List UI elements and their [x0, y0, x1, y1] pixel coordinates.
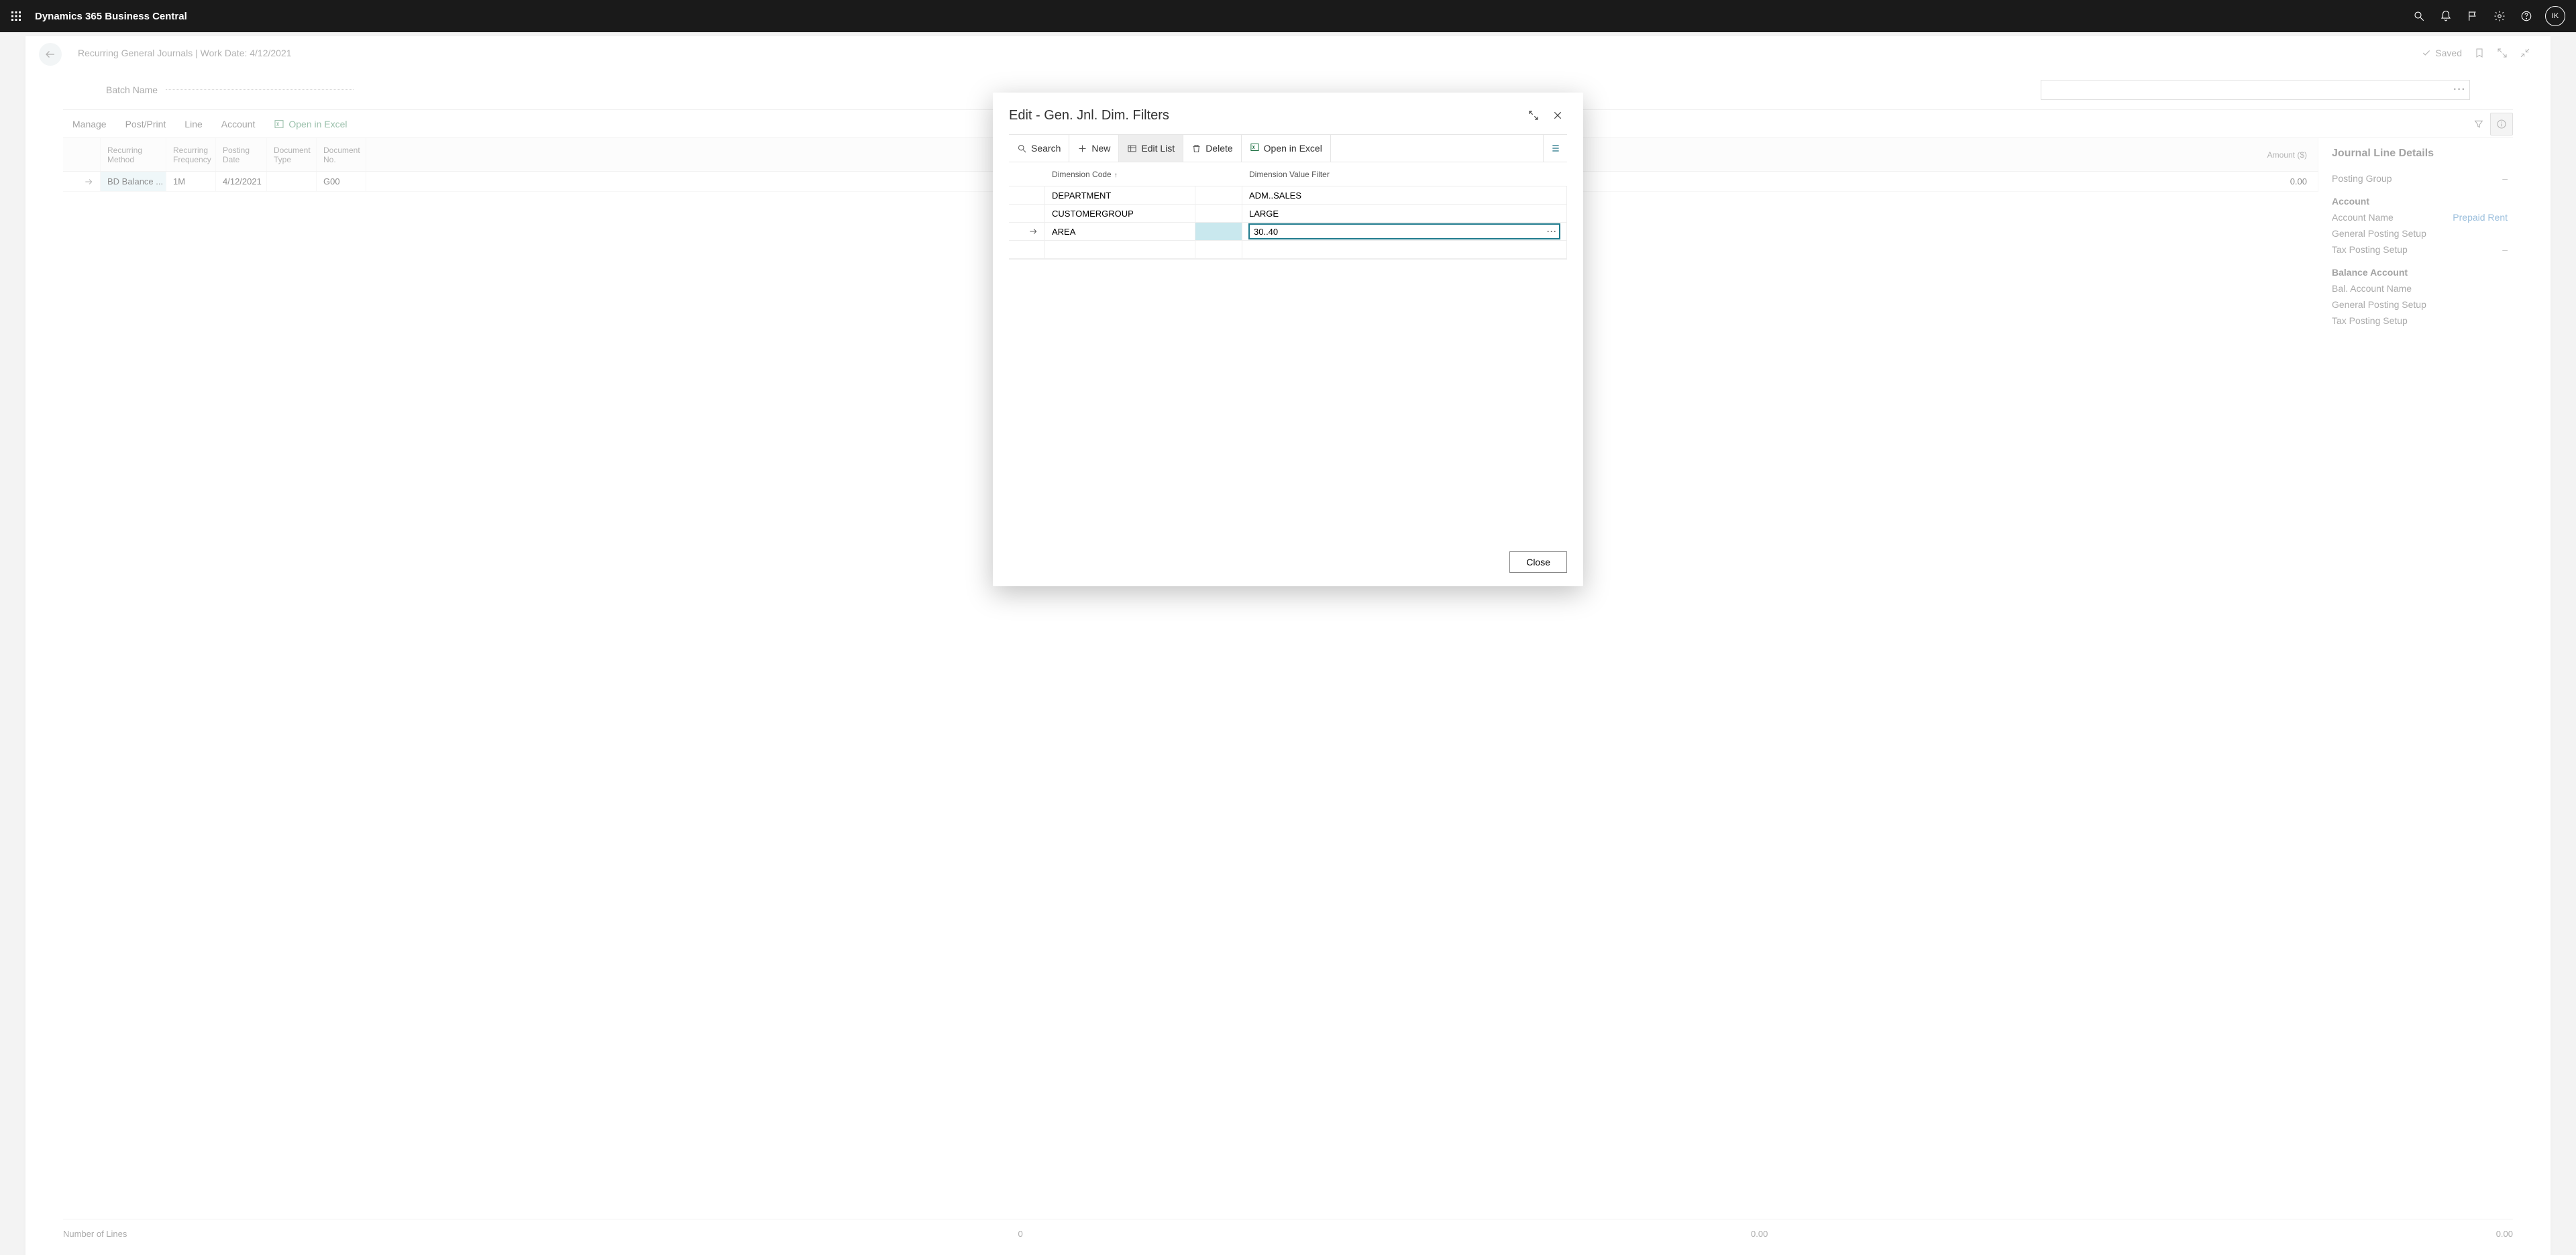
dialog-row[interactable]: DEPARTMENT ADM..SALES: [1009, 186, 1567, 205]
help-icon[interactable]: [2513, 0, 2540, 32]
dialog-row[interactable]: CUSTOMERGROUP LARGE: [1009, 205, 1567, 223]
sort-up-icon: ↑: [1114, 172, 1118, 179]
expand-icon[interactable]: [1524, 106, 1543, 125]
dialog-cell-filter[interactable]: LARGE: [1242, 205, 1567, 222]
dialog-cell-code[interactable]: DEPARTMENT: [1045, 186, 1195, 204]
dialog-list-view-icon[interactable]: [1543, 135, 1567, 162]
lookup-more-icon[interactable]: ···: [1547, 227, 1557, 236]
row-arrow-icon: [1028, 227, 1038, 236]
dialog-col-dimension-code[interactable]: Dimension Code↑: [1045, 166, 1195, 183]
app-bar: Dynamics 365 Business Central IK: [0, 0, 2576, 32]
dialog-cell-filter[interactable]: ADM..SALES: [1242, 186, 1567, 204]
bell-icon[interactable]: [2432, 0, 2459, 32]
dialog-search-button[interactable]: Search: [1009, 135, 1069, 162]
flag-icon[interactable]: [2459, 0, 2486, 32]
dialog-open-excel-button[interactable]: Open in Excel: [1242, 135, 1331, 162]
app-launcher-icon[interactable]: [5, 5, 27, 27]
dialog-row[interactable]: AREA ···: [1009, 223, 1567, 241]
gear-icon[interactable]: [2486, 0, 2513, 32]
user-avatar[interactable]: IK: [2545, 6, 2565, 26]
dialog-delete-button[interactable]: Delete: [1183, 135, 1241, 162]
app-title: Dynamics 365 Business Central: [35, 11, 187, 22]
search-icon[interactable]: [2406, 0, 2432, 32]
close-icon[interactable]: [1548, 106, 1567, 125]
dialog-edit-list-button[interactable]: Edit List: [1119, 135, 1183, 162]
dim-filters-dialog: Edit - Gen. Jnl. Dim. Filters Search New…: [993, 93, 1583, 586]
dialog-close-button[interactable]: Close: [1509, 551, 1567, 573]
dialog-col-dimension-filter[interactable]: Dimension Value Filter: [1242, 166, 1567, 183]
dialog-title: Edit - Gen. Jnl. Dim. Filters: [1009, 108, 1169, 123]
dialog-cell-code[interactable]: CUSTOMERGROUP: [1045, 205, 1195, 222]
dialog-cell-code[interactable]: AREA: [1045, 223, 1195, 240]
dialog-new-button[interactable]: New: [1069, 135, 1119, 162]
dimension-value-filter-input[interactable]: [1249, 224, 1560, 239]
dialog-cell-filter[interactable]: ···: [1242, 223, 1567, 240]
